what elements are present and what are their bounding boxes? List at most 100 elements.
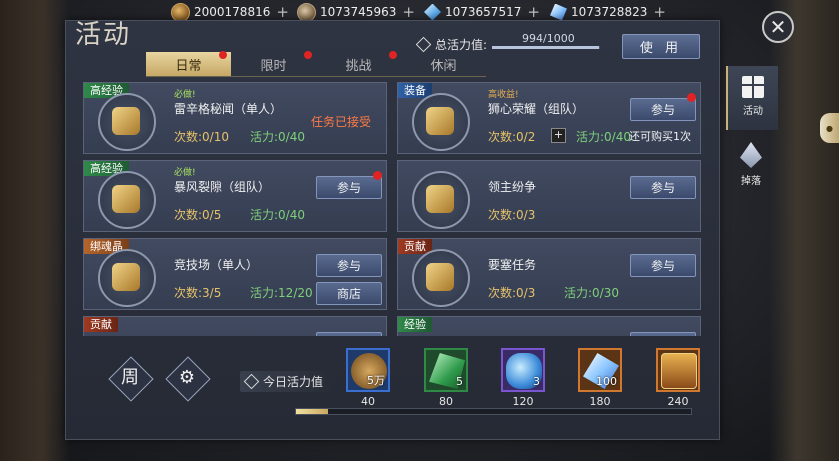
notification-dot bbox=[687, 93, 696, 102]
high-reward-badge: 高收益! bbox=[488, 90, 519, 100]
tab-daily[interactable]: 日常 bbox=[146, 51, 231, 76]
vitality-value: 994/1000 bbox=[522, 32, 575, 45]
join-button[interactable]: 参与 bbox=[630, 98, 696, 121]
activity-card-secret[interactable]: 高经验 必做! 雷辛格秘闻（单人） 次数:0/10 活力:0/40 任务已接受 bbox=[83, 82, 387, 154]
join-button[interactable]: 参与 bbox=[630, 254, 696, 277]
currency-crystal: 1073657517 + bbox=[424, 3, 540, 21]
extra-purchase-text: 还可购买1次 bbox=[629, 130, 691, 143]
daily-progress-bar bbox=[295, 408, 692, 415]
must-do-badge: 必做! bbox=[174, 168, 196, 178]
activity-points: 活力:0/40 bbox=[250, 130, 305, 144]
activity-card-lord-dispute[interactable]: 领主纷争 次数:0/3 参与 bbox=[397, 160, 701, 232]
reward-threshold: 120 bbox=[512, 395, 534, 408]
gift-icon bbox=[742, 76, 764, 98]
activity-card-fortress[interactable]: 贡献 要塞任务 次数:0/3 活力:0/30 参与 bbox=[397, 238, 701, 310]
reward-threshold: 80 bbox=[439, 395, 453, 408]
fortress-emblem-icon bbox=[412, 249, 470, 307]
buy-times-icon[interactable]: + bbox=[551, 128, 566, 143]
add-crystal-icon[interactable]: + bbox=[527, 4, 540, 20]
times-count: 次数:0/5 bbox=[174, 208, 222, 222]
currency-diamond: 1073728823 + bbox=[550, 3, 666, 21]
activity-points: 活力:0/30 bbox=[564, 286, 619, 300]
reward-slot[interactable]: 5万 bbox=[346, 348, 390, 392]
notification-dot bbox=[219, 51, 227, 59]
side-tab-label: 掉落 bbox=[741, 176, 761, 187]
reward-slot[interactable] bbox=[656, 348, 700, 392]
side-tab-label: 活动 bbox=[743, 106, 763, 117]
times-count: 次数:0/10 bbox=[174, 130, 229, 144]
side-tab-drop[interactable]: 掉落 bbox=[726, 134, 776, 198]
activity-name: 暴风裂隙（组队） bbox=[174, 180, 271, 194]
week-label: 周 bbox=[121, 367, 139, 388]
side-tab-activity[interactable]: 活动 bbox=[726, 66, 778, 130]
close-icon[interactable]: ✕ bbox=[762, 11, 794, 43]
activity-card-storm-rift[interactable]: 高经验 必做! 暴风裂隙（组队） 次数:0/5 活力:0/40 参与 bbox=[83, 160, 387, 232]
tab-limited[interactable]: 限时 bbox=[231, 51, 316, 76]
status-badge: 任务已接受 bbox=[311, 115, 372, 129]
activity-card-contribution[interactable]: 贡献 参与 bbox=[83, 316, 387, 336]
reward-quantity: 100 bbox=[596, 375, 617, 388]
tab-label: 休闲 bbox=[430, 58, 457, 74]
times-count: 次数:0/3 bbox=[488, 208, 536, 222]
tab-label: 挑战 bbox=[345, 58, 372, 74]
vitality-progress-fill bbox=[492, 46, 600, 49]
currency-value: 1073657517 bbox=[445, 5, 522, 19]
shop-button[interactable]: 商店 bbox=[316, 282, 382, 305]
add-gold-icon[interactable]: + bbox=[276, 4, 289, 20]
must-do-badge: 必做! bbox=[174, 90, 196, 100]
activity-list: 高经验 必做! 雷辛格秘闻（单人） 次数:0/10 活力:0/40 任务已接受 … bbox=[83, 82, 703, 336]
today-vitality-text: 今日活力值 bbox=[263, 375, 324, 389]
activity-card-lionheart[interactable]: 装备 高收益! 狮心荣耀（组队） 次数:0/2 + 活力:0/40 参与 还可购… bbox=[397, 82, 701, 154]
currency-value: 2000178816 bbox=[194, 5, 271, 19]
join-button[interactable]: 参与 bbox=[316, 332, 382, 336]
card-tag: 经验 bbox=[398, 317, 432, 332]
reward-quantity: 5 bbox=[456, 375, 463, 388]
background-left bbox=[0, 0, 70, 461]
lion-emblem-icon bbox=[412, 93, 470, 151]
reward-slot[interactable]: 100 bbox=[578, 348, 622, 392]
crystal-icon bbox=[424, 3, 441, 21]
activity-points: 活力:0/40 bbox=[250, 208, 305, 222]
bound-coin-icon bbox=[297, 2, 316, 22]
add-diamond-icon[interactable]: + bbox=[653, 4, 666, 20]
background-right bbox=[769, 0, 839, 461]
reward-quantity: 3 bbox=[533, 375, 540, 388]
reward-slot[interactable]: 3 bbox=[501, 348, 545, 392]
currency-value: 1073728823 bbox=[571, 5, 648, 19]
use-button[interactable]: 使 用 bbox=[622, 34, 700, 59]
activity-card-experience[interactable]: 经验 参与 bbox=[397, 316, 701, 336]
card-tag: 贡献 bbox=[84, 317, 118, 332]
activity-points: 活力:0/40 bbox=[576, 130, 631, 144]
tab-label: 日常 bbox=[175, 58, 202, 74]
activity-name: 要塞任务 bbox=[488, 258, 537, 272]
currency-bound-coin: 1073745963 + bbox=[297, 2, 415, 22]
currency-gold: 2000178816 + bbox=[171, 2, 289, 22]
reward-threshold: 40 bbox=[361, 395, 375, 408]
rift-emblem-icon bbox=[98, 171, 156, 229]
vitality-progress-bar bbox=[492, 46, 600, 49]
shield-emblem-icon bbox=[98, 249, 156, 307]
join-button[interactable]: 参与 bbox=[630, 176, 696, 199]
side-tabs: 活动 掉落 bbox=[726, 66, 778, 326]
times-count: 次数:3/5 bbox=[174, 286, 222, 300]
activity-name: 雷辛格秘闻（单人） bbox=[174, 102, 283, 116]
activity-name: 狮心荣耀（组队） bbox=[488, 102, 585, 116]
tab-divider bbox=[146, 76, 486, 77]
daily-progress-fill bbox=[296, 409, 328, 414]
tab-challenge[interactable]: 挑战 bbox=[316, 51, 401, 76]
add-bound-coin-icon[interactable]: + bbox=[402, 4, 415, 20]
vitality-label-text: 总活力值: bbox=[435, 38, 488, 52]
activity-card-arena[interactable]: 绑魂晶 竞技场（单人） 次数:3/5 活力:12/20 参与 商店 bbox=[83, 238, 387, 310]
tab-leisure[interactable]: 休闲 bbox=[401, 52, 486, 76]
join-button[interactable]: 参与 bbox=[316, 176, 382, 199]
join-button[interactable]: 参与 bbox=[316, 254, 382, 277]
activity-name: 领主纷争 bbox=[488, 180, 537, 194]
total-vitality-label: 总活力值: bbox=[415, 36, 488, 53]
reward-quantity: 5万 bbox=[367, 374, 385, 387]
reward-slot[interactable]: 5 bbox=[424, 348, 468, 392]
activity-name: 竞技场（单人） bbox=[174, 258, 259, 272]
edge-badge-icon[interactable]: ● bbox=[820, 113, 839, 143]
today-vitality-label: 今日活力值 bbox=[240, 371, 332, 392]
join-button[interactable]: 参与 bbox=[630, 332, 696, 336]
activity-points: 活力:12/20 bbox=[250, 286, 313, 300]
